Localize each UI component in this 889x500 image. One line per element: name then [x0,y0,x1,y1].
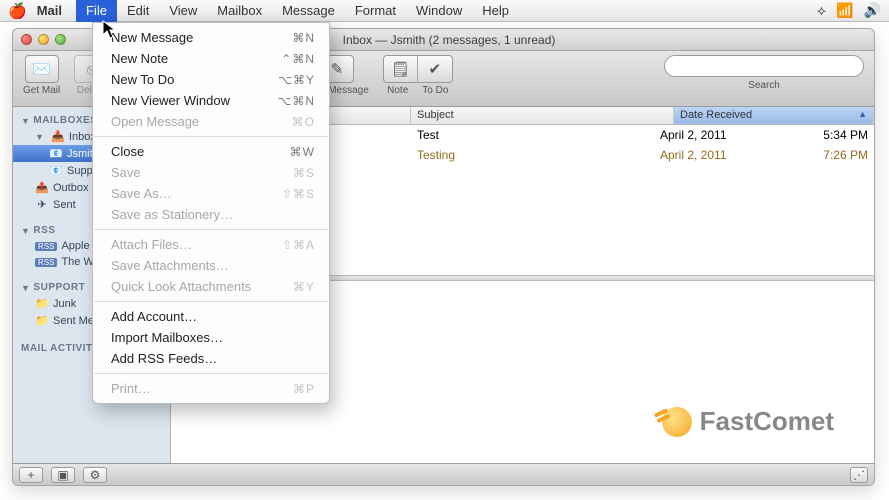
menubar-window[interactable]: Window [406,0,472,22]
sent-icon: ✈︎ [35,198,49,211]
toolbar-getmail[interactable]: ✉️ Get Mail [23,55,60,96]
activity-button[interactable]: ▣ [51,467,75,483]
file-menu-item[interactable]: Close⌘W [93,141,329,162]
resize-grip-icon[interactable]: ⋰ [850,467,868,483]
file-menu-item: Open Message⌘O [93,111,329,132]
envelope-icon: ✉️ [32,60,51,78]
mailbox-icon: 📧 [49,164,63,177]
row-time: 7:26 PM [794,148,874,162]
watermark: FastComet [662,406,834,437]
col-date-received[interactable]: Date Received▲ [674,107,874,124]
file-menu-item[interactable]: New Note⌃⌘N [93,48,329,69]
cursor-icon [102,20,118,40]
file-menu-item: Save Attachments… [93,255,329,276]
rss-icon: RSS [35,258,57,267]
toolbar-getmail-label: Get Mail [23,85,60,96]
menubar-help[interactable]: Help [472,0,519,22]
row-date: April 2, 2011 [654,128,794,142]
file-menu-item: Save⌘S [93,162,329,183]
menubar-format[interactable]: Format [345,0,406,22]
toolbar-note-todo[interactable]: 🗒 ✔︎ Note To Do [383,55,453,96]
search-input[interactable] [664,55,864,77]
file-menu-item[interactable]: Import Mailboxes… [93,327,329,348]
rss-icon: RSS [35,242,57,251]
menubar-mailbox[interactable]: Mailbox [207,0,272,22]
row-date: April 2, 2011 [654,148,794,162]
file-menu-dropdown: New Message⌘NNew Note⌃⌘NNew To Do⌥⌘YNew … [92,22,330,404]
menubar-edit[interactable]: Edit [117,0,159,22]
row-subject: Testing [411,148,654,162]
fastcomet-logo-icon [662,407,692,437]
row-time: 5:34 PM [794,128,874,142]
toolbar-todo-label: To Do [422,85,448,96]
folder-icon: 📁 [35,314,49,327]
file-menu-item: Print…⌘P [93,378,329,399]
action-gear-button[interactable]: ⚙︎ [83,467,107,483]
toolbar-note-label: Note [387,85,408,96]
outbox-icon: 📤 [35,181,49,194]
toolbar-search-label: Search [748,80,780,91]
window-zoom-button[interactable] [55,34,66,45]
note-icon: 🗒 [384,55,418,83]
system-menubar: 🍎 Mail File Edit View Mailbox Message Fo… [0,0,889,22]
compose-icon: ✎ [331,60,344,78]
bluetooth-icon[interactable]: ⟡ [817,2,826,19]
file-menu-item[interactable]: Add Account… [93,306,329,327]
menubar-file[interactable]: File [76,0,117,22]
row-subject: Test [411,128,654,142]
window-minimize-button[interactable] [38,34,49,45]
folder-icon: 📁 [35,297,49,310]
file-menu-item: Quick Look Attachments⌘Y [93,276,329,297]
menubar-view[interactable]: View [159,0,207,22]
apple-menu-icon[interactable]: 🍎 [8,2,27,20]
volume-icon[interactable]: 🔊 [864,2,881,19]
file-menu-item[interactable]: Add RSS Feeds… [93,348,329,369]
file-menu-item: Save as Stationery… [93,204,329,225]
file-menu-item: Attach Files…⇧⌘A [93,234,329,255]
mailbox-icon: 📧 [49,147,63,160]
file-menu-item[interactable]: New To Do⌥⌘Y [93,69,329,90]
sort-asc-icon: ▲ [858,109,867,119]
app-name[interactable]: Mail [37,3,62,18]
col-subject[interactable]: Subject [411,107,674,124]
file-menu-item[interactable]: New Viewer Window⌥⌘N [93,90,329,111]
window-close-button[interactable] [21,34,32,45]
inbox-icon: 📥 [51,130,65,143]
file-menu-item[interactable]: New Message⌘N [93,27,329,48]
wifi-icon[interactable]: 📶 [836,2,853,19]
status-bar: + ▣ ⚙︎ ⋰ [13,463,874,485]
add-button[interactable]: + [19,467,43,483]
watermark-text: FastComet [700,406,834,437]
file-menu-item: Save As…⇧⌘S [93,183,329,204]
menubar-message[interactable]: Message [272,0,345,22]
todo-icon: ✔︎ [418,55,452,83]
